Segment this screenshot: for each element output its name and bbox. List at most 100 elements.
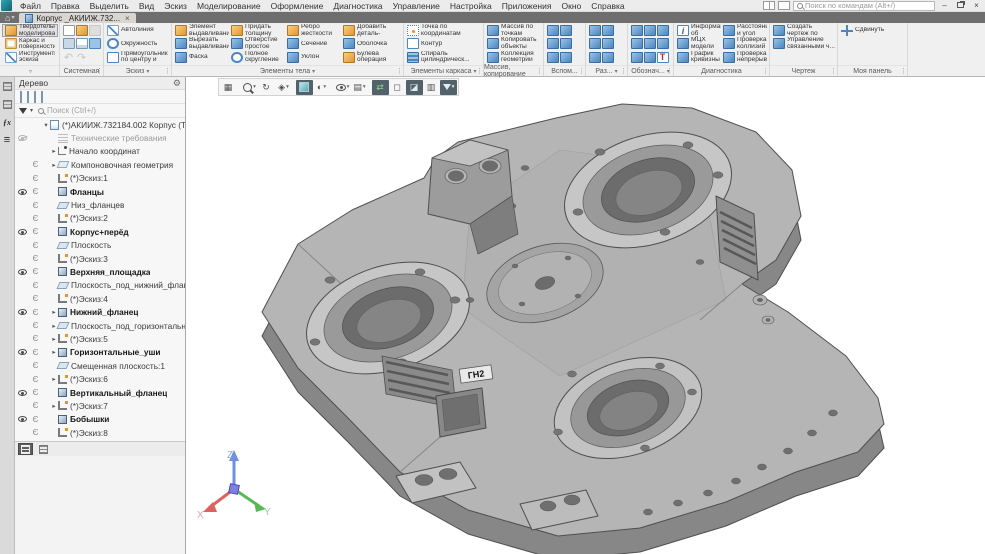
report-button[interactable]: ▥ bbox=[423, 80, 440, 95]
extrude-button[interactable]: Элемент выдавливания bbox=[174, 24, 230, 37]
continuity-check-button[interactable]: Проверка непрерывности bbox=[722, 51, 768, 64]
note-person-button[interactable] bbox=[656, 37, 669, 50]
tree-groups-button[interactable] bbox=[34, 92, 36, 102]
minimize-button[interactable]: – bbox=[938, 1, 951, 11]
cylindrical-spiral-button[interactable]: Спираль цилиндрическ... bbox=[406, 51, 482, 64]
menu-item[interactable]: Файл bbox=[15, 1, 46, 11]
menu-item[interactable]: Выделить bbox=[85, 1, 134, 11]
object-info-button[interactable]: i Информация об объекте bbox=[676, 24, 722, 37]
tree-item[interactable]: Корпус+перёд bbox=[15, 225, 185, 238]
group-expand-icon[interactable]: ▾ bbox=[312, 68, 315, 75]
grid-face-button[interactable] bbox=[601, 51, 614, 64]
orientation-button[interactable]: ◈ ▾ bbox=[275, 80, 292, 95]
note-line-button[interactable] bbox=[630, 37, 643, 50]
circle-button[interactable]: Окружность bbox=[106, 37, 170, 50]
group-expand-icon[interactable]: ▾ bbox=[615, 68, 618, 75]
tree-search-bar[interactable]: ▾ bbox=[15, 104, 185, 118]
boolean-button[interactable]: Булева операция bbox=[342, 51, 398, 64]
distance-angle-button[interactable]: Расстояние и угол bbox=[722, 24, 768, 37]
tree-item[interactable]: Вертикальный_фланец bbox=[15, 386, 185, 399]
contour-button[interactable]: Контур bbox=[406, 37, 482, 50]
blocks-tab-button[interactable] bbox=[36, 443, 51, 455]
tree-panel-button[interactable] bbox=[1, 80, 14, 92]
autoline-button[interactable]: Автолиния bbox=[106, 24, 170, 37]
tree-item[interactable]: ▸ (*)Эскиз:6 bbox=[15, 372, 185, 385]
simple-hole-button[interactable]: Отверстие простое bbox=[230, 37, 286, 50]
zoom-button[interactable]: ▾ bbox=[241, 80, 258, 95]
thicken-button[interactable]: Придать толщину bbox=[230, 24, 286, 37]
screen-config-icon[interactable] bbox=[778, 1, 790, 10]
expand-arrow-icon[interactable]: ▸ bbox=[50, 402, 58, 410]
close-button[interactable]: × bbox=[970, 1, 983, 11]
tree-item[interactable]: ▸ Начало координат bbox=[15, 145, 185, 158]
viewport-3d[interactable]: ГН2 bbox=[187, 77, 985, 554]
tree-item[interactable]: (*)Эскиз:1 bbox=[15, 172, 185, 185]
tree-item[interactable]: (*)Эскиз:4 bbox=[15, 292, 185, 305]
expand-arrow-icon[interactable]: ▸ bbox=[50, 308, 58, 316]
model-3d[interactable]: ГН2 bbox=[187, 77, 985, 554]
expand-arrow-icon[interactable]: ▾ bbox=[42, 121, 50, 129]
tree-item[interactable]: ▸ (*)Эскиз:5 bbox=[15, 332, 185, 345]
full-fillet-button[interactable]: Полное скругление bbox=[230, 51, 286, 64]
group-dialog-launcher[interactable]: ⋮ bbox=[164, 67, 170, 75]
command-search[interactable] bbox=[793, 1, 935, 11]
group-dialog-launcher[interactable]: ⋮ bbox=[900, 67, 906, 75]
menu-item[interactable]: Правка bbox=[46, 1, 85, 11]
dropdown-caret-icon[interactable]: ▾ bbox=[363, 84, 366, 90]
collision-check-button[interactable]: Проверка коллизий bbox=[722, 37, 768, 50]
tab-close-icon[interactable]: × bbox=[125, 14, 130, 23]
object-filter-button[interactable]: ▾ bbox=[440, 80, 457, 95]
home-button[interactable]: ⌂ ▾ bbox=[0, 12, 19, 23]
tree-item[interactable]: Низ_фланцев bbox=[15, 198, 185, 211]
note-grid-button[interactable] bbox=[630, 51, 643, 64]
add-blank-part-button[interactable]: Добавить деталь-заготов... bbox=[342, 24, 398, 37]
clipping-box-button[interactable]: ◻ bbox=[389, 80, 406, 95]
open-document-button[interactable] bbox=[75, 24, 88, 37]
tree-item[interactable]: ▸ Горизонтальные_уши bbox=[15, 346, 185, 359]
tree-tab-button[interactable] bbox=[18, 443, 33, 455]
phantom-display-button[interactable]: ▦ bbox=[220, 80, 237, 95]
tree-search-input[interactable] bbox=[47, 106, 167, 115]
tree-item[interactable]: Верхняя_площадка bbox=[15, 265, 185, 278]
hide-objects-button[interactable]: ▾ bbox=[334, 80, 351, 95]
print-button[interactable] bbox=[62, 37, 75, 50]
visibility-eye-icon[interactable] bbox=[18, 309, 27, 315]
menu-item[interactable]: Эскиз bbox=[159, 1, 192, 11]
shell-button[interactable]: Оболочка bbox=[342, 37, 398, 50]
gear-icon[interactable]: ⚙ bbox=[173, 78, 181, 89]
rectangle-center-button[interactable]: Прямоугольник по центру и ве... bbox=[106, 51, 170, 64]
command-search-input[interactable] bbox=[805, 1, 925, 10]
visibility-eye-icon[interactable] bbox=[18, 135, 27, 141]
wireframe-surfaces-mode-button[interactable]: Каркас и поверхности bbox=[2, 37, 58, 50]
tree-item[interactable]: ▸ Компоновочная геометрия bbox=[15, 158, 185, 171]
sheet-body-button[interactable] bbox=[588, 51, 601, 64]
aux-plane-button[interactable] bbox=[546, 24, 559, 37]
array-by-points-button[interactable]: Массив по точкам bbox=[486, 24, 542, 37]
fx-panel-button[interactable]: ƒx bbox=[1, 116, 14, 128]
square-window[interactable] bbox=[436, 388, 486, 437]
section-display-button[interactable]: ◪ bbox=[406, 80, 423, 95]
aux-axis-button[interactable] bbox=[559, 24, 572, 37]
group-dialog-launcher[interactable]: ⋮ bbox=[620, 67, 626, 75]
tree-area-button[interactable] bbox=[41, 92, 43, 102]
visibility-eye-icon[interactable] bbox=[18, 269, 27, 275]
note-pencil-button[interactable] bbox=[630, 24, 643, 37]
expand-arrow-icon[interactable]: ▸ bbox=[50, 147, 58, 155]
dropdown-caret-icon[interactable]: ▾ bbox=[253, 84, 256, 90]
aux-local-cs-button[interactable] bbox=[546, 37, 559, 50]
group-dialog-launcher[interactable]: ⋮ bbox=[476, 67, 482, 75]
redo-button[interactable]: ↷ bbox=[75, 51, 88, 64]
chamfer-button[interactable]: Фаска bbox=[174, 51, 230, 64]
visibility-eye-icon[interactable] bbox=[18, 416, 27, 422]
point-by-coords-button[interactable]: Точка по координатам bbox=[406, 24, 482, 37]
dropdown-caret-icon[interactable]: ▾ bbox=[286, 84, 289, 90]
display-quality-button[interactable]: ◐ ▾ bbox=[313, 80, 330, 95]
expand-arrow-icon[interactable]: ▸ bbox=[50, 348, 58, 356]
solid-modeling-mode-button[interactable]: Твердотельное моделирование bbox=[2, 24, 58, 37]
visibility-eye-icon[interactable] bbox=[18, 189, 27, 195]
dropdown-caret-icon[interactable]: ▾ bbox=[452, 84, 455, 90]
document-tab[interactable]: Корпус _АКИИЖ.732... × bbox=[19, 13, 135, 23]
app-logo-icon[interactable] bbox=[1, 0, 12, 11]
tree-item[interactable]: ▸ Нижний_фланец bbox=[15, 305, 185, 318]
aux-curve-button[interactable] bbox=[546, 51, 559, 64]
